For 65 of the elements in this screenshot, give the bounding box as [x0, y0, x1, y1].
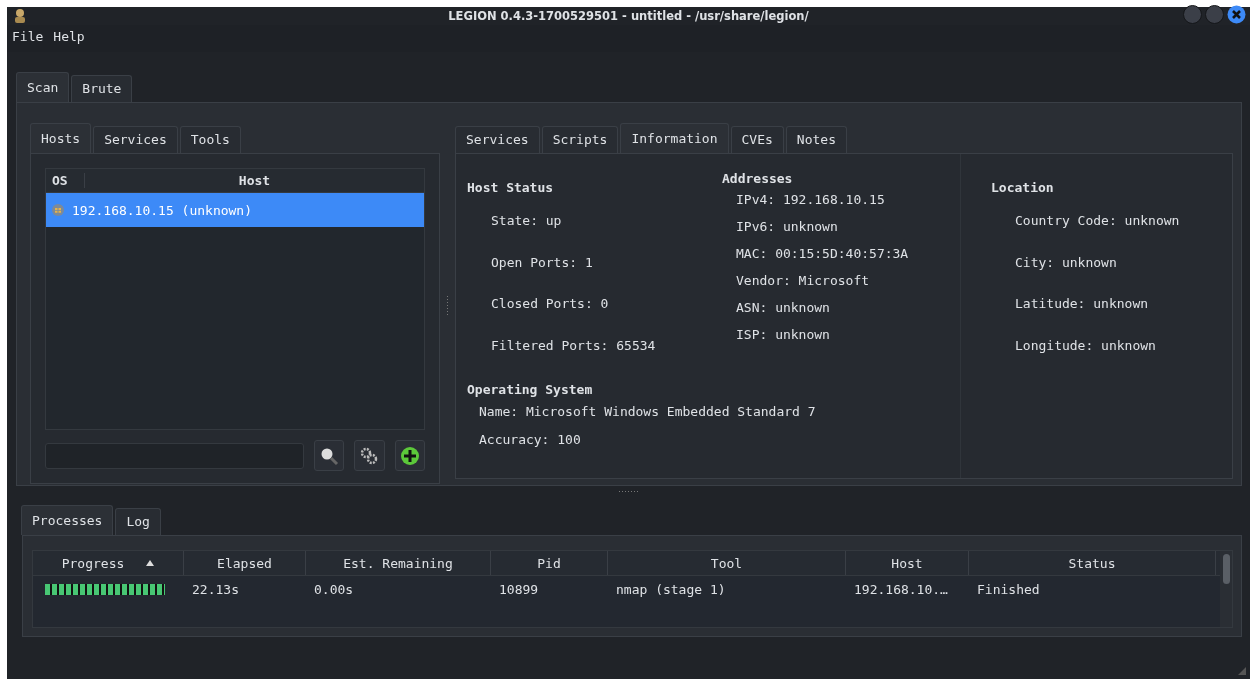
sort-icon — [146, 560, 155, 566]
table-cell: 22.13s — [192, 582, 239, 597]
tab[interactable]: Information — [620, 123, 729, 153]
tab[interactable]: Log — [115, 508, 161, 535]
info-text: ISP: unknown — [736, 327, 830, 342]
tab[interactable]: Scan — [16, 72, 70, 102]
section-heading: Addresses — [722, 171, 794, 186]
info-text: Accuracy: 100 — [479, 431, 581, 447]
info-text: Vendor: Microsoft — [736, 273, 870, 288]
info-text: IPv6: unknown — [736, 219, 838, 234]
app-icon — [13, 8, 27, 24]
info-text: Name: Microsoft Windows Embedded Standard 7 — [479, 403, 816, 419]
minimize-button[interactable] — [1183, 5, 1202, 24]
column-header[interactable]: OS — [46, 173, 85, 188]
resize-grip[interactable] — [1237, 666, 1247, 676]
search-button[interactable] — [313, 440, 345, 471]
maximize-button[interactable] — [1205, 5, 1224, 24]
scrollbar[interactable] — [1220, 551, 1232, 627]
splitter-handle[interactable] — [446, 296, 449, 316]
column-header[interactable]: Host — [85, 173, 424, 188]
table-cell: 192.168.10.… — [854, 582, 948, 597]
info-text: Latitude: unknown — [1015, 296, 1149, 312]
column-header[interactable]: Progress — [33, 551, 184, 575]
tab[interactable]: Processes — [21, 505, 114, 535]
table-cell: nmap (stage 1) — [616, 582, 726, 597]
os-icon — [52, 204, 64, 216]
plus-icon — [399, 445, 420, 466]
column-header[interactable]: Host — [846, 551, 969, 575]
tab[interactable]: Services — [93, 126, 178, 153]
table-cell: 0.00s — [314, 582, 354, 597]
gears-icon — [359, 445, 380, 466]
table-cell: Finished — [977, 582, 1040, 597]
menu-item[interactable]: Help — [53, 29, 85, 44]
column-header[interactable]: Elapsed — [184, 551, 306, 575]
column-header[interactable]: Status — [969, 551, 1216, 575]
column-header[interactable]: Tool — [608, 551, 846, 575]
tab[interactable]: Hosts — [30, 123, 92, 153]
menu-item[interactable]: File — [12, 29, 44, 44]
section-heading: Location — [991, 180, 1055, 195]
add-button[interactable] — [394, 440, 425, 471]
column-header[interactable]: Pid — [491, 551, 608, 575]
tab[interactable]: CVEs — [730, 126, 784, 153]
column-header[interactable]: Est. Remaining — [306, 551, 491, 575]
info-text: Closed Ports: 0 — [491, 296, 609, 312]
tab[interactable]: Tools — [179, 126, 241, 153]
info-text: State: up — [491, 213, 562, 229]
info-text: MAC: 00:15:5D:40:57:3A — [736, 246, 909, 261]
info-text: Country Code: unknown — [1015, 213, 1180, 229]
gears-button[interactable] — [354, 440, 385, 471]
info-text: ASN: unknown — [736, 300, 830, 315]
window-title: LEGION 0.4.3-1700529501 - untitled - /usr/share/legion/ — [448, 9, 809, 23]
info-text: IPv4: 192.168.10.15 — [736, 192, 885, 207]
tab[interactable]: Scripts — [541, 126, 619, 153]
section-heading: Operating System — [467, 382, 594, 397]
section-heading: Host Status — [467, 180, 555, 195]
info-text: Filtered Ports: 65534 — [491, 337, 656, 353]
close-button[interactable] — [1227, 5, 1246, 24]
info-text: Open Ports: 1 — [491, 254, 593, 270]
splitter-handle[interactable] — [618, 490, 639, 493]
tab[interactable]: Services — [455, 126, 540, 153]
info-text: Longitude: unknown — [1015, 337, 1156, 353]
tab[interactable]: Notes — [785, 126, 847, 153]
info-text: City: unknown — [1015, 254, 1117, 270]
table-cell: 10899 — [499, 582, 539, 597]
tab[interactable]: Brute — [71, 75, 133, 102]
